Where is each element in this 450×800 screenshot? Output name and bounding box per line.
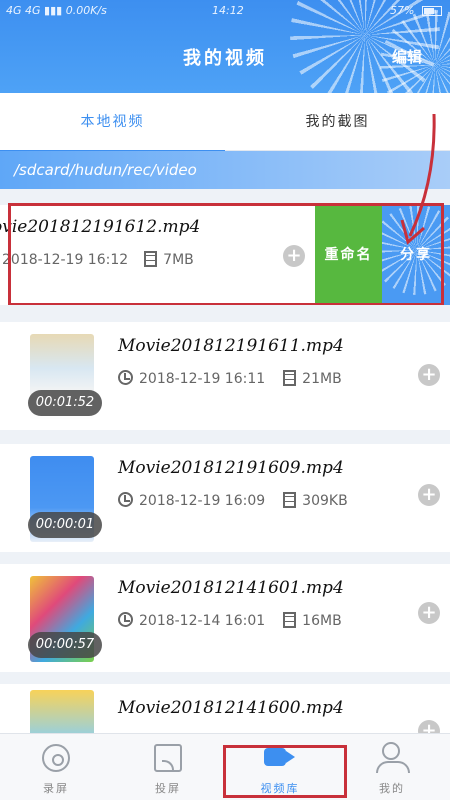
divider xyxy=(0,189,450,205)
video-filename: ovie201812191612.mp4 xyxy=(0,217,201,237)
edit-button[interactable]: 编辑 xyxy=(392,46,422,67)
video-date: 2018-12-19 16:12 xyxy=(2,252,129,268)
video-meta: 2018-12-19 16:09 309KB xyxy=(118,492,348,509)
more-icon[interactable]: + xyxy=(418,602,440,624)
video-size: 309KB xyxy=(302,493,348,509)
clock-icon xyxy=(118,492,133,507)
video-thumbnail xyxy=(30,690,94,733)
more-icon[interactable]: + xyxy=(418,364,440,386)
list-item[interactable]: Movie201812141600.mp4 + xyxy=(0,684,450,733)
video-date: 2018-12-19 16:09 xyxy=(139,493,266,509)
status-bar: 4G 4G ▮▮▮ 0.00K/s 14:12 57% xyxy=(0,0,450,24)
more-icon[interactable]: + xyxy=(283,245,305,267)
rename-button[interactable]: 重命名 xyxy=(315,205,382,305)
video-date: 2018-12-14 16:01 xyxy=(139,613,266,629)
more-icon[interactable]: + xyxy=(418,720,440,733)
clock-icon xyxy=(118,370,133,385)
video-size: 7MB xyxy=(163,252,194,268)
file-size-icon xyxy=(144,251,158,267)
list-item[interactable]: 00:00:01 Movie201812191609.mp4 2018-12-1… xyxy=(0,444,450,552)
nav-mine[interactable]: 我的 xyxy=(336,734,448,800)
network-indicator: 4G 4G xyxy=(6,4,41,17)
cast-icon xyxy=(154,744,182,772)
divider xyxy=(0,552,450,564)
video-meta: 2018-12-14 16:01 16MB xyxy=(118,612,342,629)
divider xyxy=(0,305,450,322)
nav-label: 我的 xyxy=(379,782,405,795)
app-header: 4G 4G ▮▮▮ 0.00K/s 14:12 57% 我的视频 编辑 xyxy=(0,0,450,93)
page-title: 我的视频 xyxy=(183,48,267,69)
video-size: 21MB xyxy=(302,371,342,387)
video-filename: Movie201812141601.mp4 xyxy=(118,578,344,598)
share-label: 分享 xyxy=(400,247,432,263)
file-size-icon xyxy=(283,370,297,386)
video-filename: Movie201812141600.mp4 xyxy=(118,698,344,718)
video-date: 2018-12-19 16:11 xyxy=(139,371,266,387)
list-item[interactable]: 00:01:52 Movie201812191611.mp4 2018-12-1… xyxy=(0,322,450,430)
video-camera-icon xyxy=(264,748,286,766)
battery-level: 57% xyxy=(390,4,415,17)
battery-icon xyxy=(422,6,442,16)
folder-path: /sdcard/hudun/rec/video xyxy=(0,151,450,189)
nav-cast[interactable]: 投屏 xyxy=(112,734,224,800)
record-icon xyxy=(42,744,70,772)
clock-icon xyxy=(118,612,133,627)
video-meta: 2018-12-19 16:12 7MB xyxy=(2,251,194,268)
network-speed: 0.00K/s xyxy=(65,4,107,17)
video-size: 16MB xyxy=(302,613,342,629)
list-item[interactable]: 00:00:57 Movie201812141601.mp4 2018-12-1… xyxy=(0,564,450,672)
nav-record[interactable]: 录屏 xyxy=(0,734,112,800)
divider xyxy=(0,430,450,444)
nav-video-library[interactable]: 视频库 xyxy=(224,734,336,800)
nav-label: 录屏 xyxy=(43,782,69,795)
tab-my-screenshots[interactable]: 我的截图 xyxy=(225,93,450,151)
more-icon[interactable]: + xyxy=(418,484,440,506)
file-size-icon xyxy=(283,492,297,508)
tab-local-videos[interactable]: 本地视频 xyxy=(0,93,225,152)
video-filename: Movie201812191611.mp4 xyxy=(118,336,344,356)
nav-label: 视频库 xyxy=(260,782,300,795)
video-duration: 00:00:01 xyxy=(28,512,102,538)
nav-label: 投屏 xyxy=(155,782,181,795)
video-duration: 00:01:52 xyxy=(28,390,102,416)
list-item-swiped[interactable]: ovie201812191612.mp4 2018-12-19 16:12 7MB… xyxy=(0,205,450,305)
file-size-icon xyxy=(283,612,297,628)
user-icon xyxy=(376,742,410,773)
share-button[interactable]: 分享 xyxy=(382,205,450,305)
video-meta: 2018-12-19 16:11 21MB xyxy=(118,370,342,387)
bottom-navigation: 录屏 投屏 视频库 我的 xyxy=(0,733,450,800)
divider xyxy=(0,672,450,684)
video-duration: 00:00:57 xyxy=(28,632,102,658)
clock-time: 14:12 xyxy=(212,4,244,17)
tab-bar: 本地视频 我的截图 xyxy=(0,93,450,152)
signal-icon: ▮▮▮ xyxy=(44,4,63,17)
video-filename: Movie201812191609.mp4 xyxy=(118,458,344,478)
